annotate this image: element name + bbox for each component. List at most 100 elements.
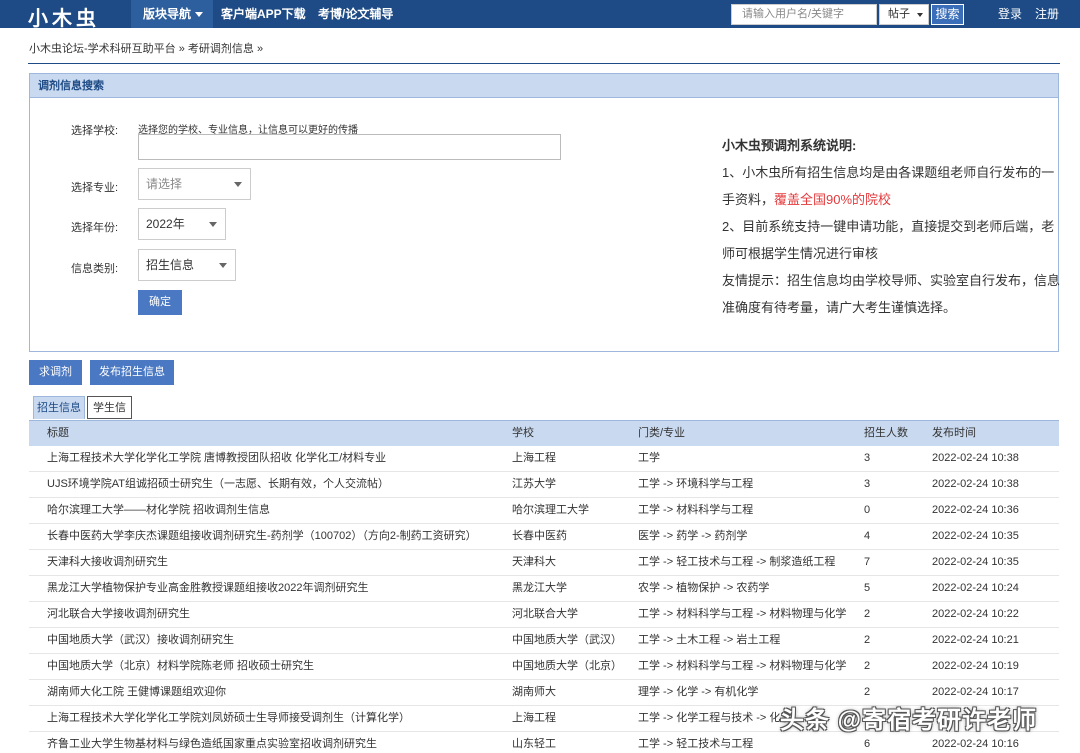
seek-adjustment-button[interactable]: 求调剂 [29, 360, 82, 385]
major-select[interactable]: 请选择 [138, 168, 251, 200]
table-row[interactable]: 哈尔滨理工大学——材化学院 招收调剂生信息 哈尔滨理工大学 工学 -> 材料科学与工… [29, 498, 1059, 524]
nav-section-menu[interactable]: 版块导航 [131, 0, 213, 28]
description-line-2: 2、目前系统支持一键申请功能，直接提交到老师后端，老师可根据学生情况进行审核 [722, 219, 1055, 261]
row-time: 2022-02-24 10:22 [932, 608, 1019, 620]
row-time: 2022-02-24 10:38 [932, 478, 1019, 490]
tab-recruitment-info[interactable]: 招生信息 [33, 396, 85, 419]
row-school: 山东轻工 [512, 738, 556, 750]
system-description: 小木虫预调剂系统说明: 1、小木虫所有招生信息均是由各课题组老师自行发布的一手资… [722, 132, 1060, 321]
header-category: 门类/专业 [638, 427, 686, 439]
row-school: 中国地质大学（武汉） [512, 634, 622, 646]
chevron-down-icon [917, 13, 923, 17]
row-category: 工学 -> 材料科学与工程 [638, 504, 754, 516]
row-count: 3 [864, 452, 871, 464]
coverage-highlight: 覆盖全国90%的院校 [774, 192, 892, 207]
type-label: 信息类别: [71, 263, 119, 275]
table-header: 标题 学校 门类/专业 招生人数 发布时间 [29, 421, 1059, 446]
row-title-link[interactable]: 哈尔滨理工大学——材化学院 招收调剂生信息 [47, 498, 270, 523]
publish-recruitment-button[interactable]: 发布招生信息 [90, 360, 174, 385]
type-select[interactable]: 招生信息 [138, 249, 236, 281]
row-school: 中国地质大学（北京） [512, 660, 622, 672]
row-count: 2 [864, 660, 871, 672]
row-school: 哈尔滨理工大学 [512, 504, 589, 516]
row-category: 工学 -> 轻工技术与工程 -> 制浆造纸工程 [638, 556, 836, 568]
chevron-down-icon [219, 263, 227, 268]
nav-thesis-tutoring[interactable]: 考博/论文辅导 [318, 0, 393, 28]
row-time: 2022-02-24 10:35 [932, 556, 1019, 568]
table-row[interactable]: 上海工程技术大学化学化工学院 唐博教授团队招收 化学化工/材料专业 上海工程 工学 3… [29, 446, 1059, 472]
row-category: 工学 [638, 452, 660, 464]
description-line-1: 1、小木虫所有招生信息均是由各课题组老师自行发布的一手资料，覆盖全国90%的院校 [722, 159, 1060, 213]
year-label: 选择年份: [71, 222, 119, 234]
table-row[interactable]: UJS环境学院AT组诚招硕士研究生（一志愿、长期有效，个人交流帖） 江苏大学 工学 … [29, 472, 1059, 498]
row-title-link[interactable]: 中国地质大学（北京）材料学院陈老师 招收硕士研究生 [47, 654, 314, 679]
row-title-link[interactable]: 天津科大接收调剂研究生 [47, 550, 168, 575]
watermark: 头条 @寄宿考研许老师 [780, 707, 1038, 734]
row-title-link[interactable]: UJS环境学院AT组诚招硕士研究生（一志愿、长期有效，个人交流帖） [47, 472, 389, 497]
search-input[interactable]: 请输入用户名/关键字 [731, 4, 877, 25]
table-row[interactable]: 齐鲁工业大学生物基材料与绿色造纸国家重点实验室招收调剂研究生 山东轻工 工学 -> … [29, 732, 1059, 753]
year-select[interactable]: 2022年 [138, 208, 226, 240]
header-time: 发布时间 [932, 427, 976, 439]
row-title-link[interactable]: 上海工程技术大学化学化工学院 唐博教授团队招收 化学化工/材料专业 [47, 446, 386, 471]
chevron-down-icon [195, 12, 204, 18]
register-link[interactable]: 注册 [1035, 0, 1059, 28]
type-select-value: 招生信息 [146, 258, 195, 272]
row-time: 2022-02-24 10:35 [932, 530, 1019, 542]
row-count: 4 [864, 530, 871, 542]
row-category: 工学 -> 材料科学与工程 -> 材料物理与化学 [638, 660, 847, 672]
search-scope-value: 帖子 [888, 8, 910, 20]
table-row[interactable]: 天津科大接收调剂研究生 天津科大 工学 -> 轻工技术与工程 -> 制浆造纸工程 7 2… [29, 550, 1059, 576]
table-row[interactable]: 黑龙江大学植物保护专业高金胜教授课题组接收2022年调剂研究生 黑龙江大学 农学 -… [29, 576, 1059, 602]
table-row[interactable]: 长春中医药大学李庆杰课题组接收调剂研究生-药剂学（100702）（方向2-制药工… [29, 524, 1059, 550]
chevron-down-icon [234, 182, 242, 187]
site-logo[interactable]: 小木虫 [28, 2, 100, 31]
row-title-link[interactable]: 河北联合大学接收调剂研究生 [47, 602, 190, 627]
row-count: 5 [864, 582, 871, 594]
row-time: 2022-02-24 10:16 [932, 738, 1019, 750]
row-count: 7 [864, 556, 871, 568]
row-title-link[interactable]: 中国地质大学（武汉）接收调剂研究生 [47, 628, 234, 653]
row-category: 工学 -> 轻工技术与工程 [638, 738, 754, 750]
search-button[interactable]: 搜索 [931, 4, 964, 25]
row-time: 2022-02-24 10:24 [932, 582, 1019, 594]
chevron-down-icon [209, 222, 217, 227]
row-school: 湖南师大 [512, 686, 556, 698]
nav-section-label: 版块导航 [143, 7, 192, 21]
nav-app-download[interactable]: 客户端APP下载 [221, 0, 306, 28]
row-title-link[interactable]: 齐鲁工业大学生物基材料与绿色造纸国家重点实验室招收调剂研究生 [47, 732, 377, 753]
breadcrumb[interactable]: 小木虫论坛-学术科研互助平台 » 考研调剂信息 » [29, 40, 263, 56]
row-school: 上海工程 [512, 452, 556, 464]
row-count: 0 [864, 504, 871, 516]
row-title-link[interactable]: 上海工程技术大学化学化工学院刘凤娇硕士生导师接受调剂生（计算化学） [47, 706, 410, 731]
search-scope-select[interactable]: 帖子 [879, 4, 929, 25]
row-title-link[interactable]: 黑龙江大学植物保护专业高金胜教授课题组接收2022年调剂研究生 [47, 576, 368, 601]
row-time: 2022-02-24 10:38 [932, 452, 1019, 464]
row-count: 3 [864, 478, 871, 490]
confirm-button[interactable]: 确定 [138, 290, 182, 315]
table-row[interactable]: 中国地质大学（北京）材料学院陈老师 招收硕士研究生 中国地质大学（北京） 工学 ->… [29, 654, 1059, 680]
divider [28, 63, 1060, 64]
school-label: 选择学校: [71, 125, 119, 137]
table-row[interactable]: 河北联合大学接收调剂研究生 河北联合大学 工学 -> 材料科学与工程 -> 材料物理… [29, 602, 1059, 628]
major-select-value: 请选择 [146, 177, 183, 191]
row-category: 工学 -> 材料科学与工程 -> 材料物理与化学 [638, 608, 847, 620]
panel-title: 调剂信息搜索 [30, 74, 1058, 98]
row-count: 6 [864, 738, 871, 750]
login-link[interactable]: 登录 [998, 0, 1022, 28]
tab-student-info[interactable]: 学生信息 [87, 396, 132, 436]
description-title: 小木虫预调剂系统说明: [722, 138, 857, 153]
row-time: 2022-02-24 10:36 [932, 504, 1019, 516]
table-row[interactable]: 中国地质大学（武汉）接收调剂研究生 中国地质大学（武汉） 工学 -> 土木工程 ->… [29, 628, 1059, 654]
header-count: 招生人数 [864, 427, 908, 439]
row-count: 2 [864, 634, 871, 646]
row-title-link[interactable]: 湖南师大化工院 王健博课题组欢迎你 [47, 680, 226, 705]
row-school: 长春中医药 [512, 530, 567, 542]
row-category: 农学 -> 植物保护 -> 农药学 [638, 582, 770, 594]
school-input[interactable] [138, 134, 561, 160]
row-title-link[interactable]: 长春中医药大学李庆杰课题组接收调剂研究生-药剂学（100702）（方向2-制药工… [47, 524, 477, 549]
year-select-value: 2022年 [146, 217, 185, 231]
header-title: 标题 [47, 427, 69, 439]
row-time: 2022-02-24 10:21 [932, 634, 1019, 646]
row-category: 工学 -> 土木工程 -> 岩土工程 [638, 634, 781, 646]
